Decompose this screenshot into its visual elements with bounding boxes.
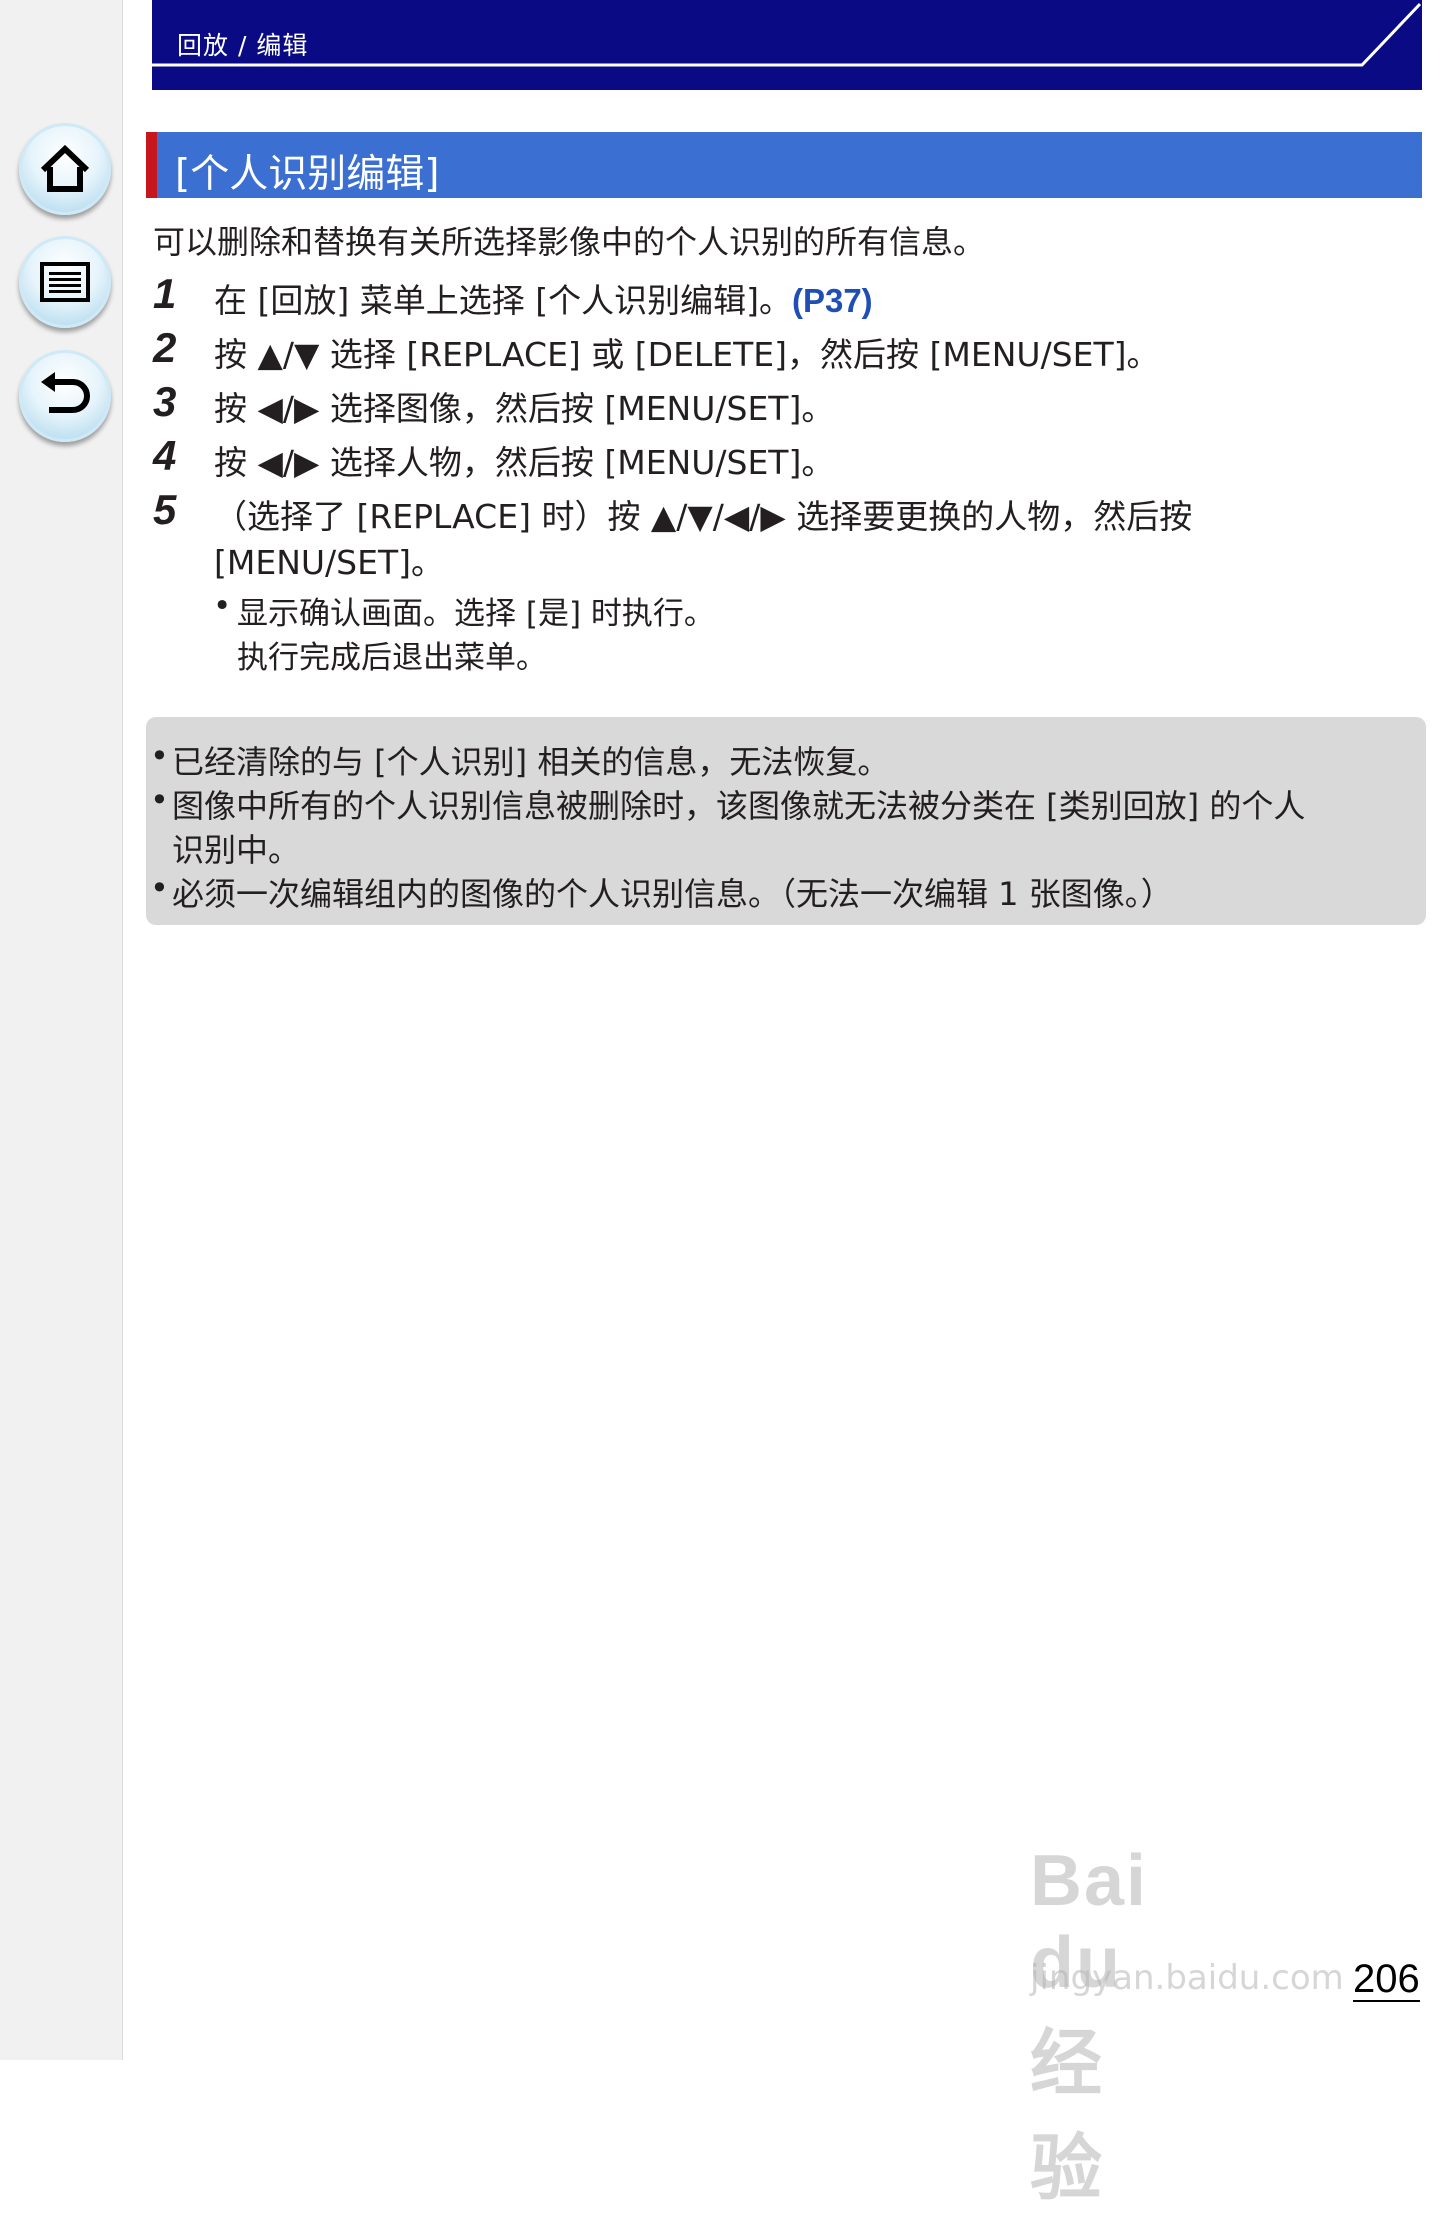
sub-note-line1: 显示确认画面。选择 [是] 时执行。 xyxy=(237,596,715,632)
back-button[interactable] xyxy=(19,350,111,442)
note-bullet: • xyxy=(150,869,169,907)
note-3: 必须一次编辑组内的图像的个人识别信息。（无法一次编辑 1 张图像。） xyxy=(172,875,1173,913)
watermark-url: jingyan.baidu.com xyxy=(1030,1958,1344,1998)
sub-note-line2: 执行完成后退出菜单。 xyxy=(237,640,547,676)
section-title: [个人识别编辑] xyxy=(175,152,440,197)
page-number: 206 xyxy=(1353,1957,1420,2002)
step-number: 4 xyxy=(153,432,177,479)
step-text: 按 ◀/▶ 选择人物，然后按 [MENU/SET]。 xyxy=(214,443,835,482)
step-text: 在 [回放] 菜单上选择 [个人识别编辑]。(P37) xyxy=(214,278,873,324)
left-sidebar xyxy=(0,0,123,2060)
notes-box: • 已经清除的与 [个人识别] 相关的信息，无法恢复。 • 图像中所有的个人识别… xyxy=(146,717,1426,925)
sub-bullet: • xyxy=(213,588,232,624)
section-accent xyxy=(146,132,157,198)
note-2a: 图像中所有的个人识别信息被删除时，该图像就无法被分类在 [类别回放] 的个人 xyxy=(172,787,1306,825)
step-number: 3 xyxy=(153,378,177,425)
step-text: 按 ▲/▼ 选择 [REPLACE] 或 [DELETE]，然后按 [MENU/… xyxy=(214,335,1160,374)
home-icon xyxy=(40,144,90,192)
header-bar: 回放 / 编辑 xyxy=(152,0,1422,90)
note-bullet: • xyxy=(150,737,169,775)
note-bullet: • xyxy=(150,781,169,819)
step-text: 按 ◀/▶ 选择图像，然后按 [MENU/SET]。 xyxy=(214,389,835,428)
intro-text: 可以删除和替换有关所选择影像中的个人识别的所有信息。 xyxy=(153,223,986,261)
breadcrumb: 回放 / 编辑 xyxy=(177,31,309,60)
menu-button[interactable] xyxy=(19,236,111,328)
home-button[interactable] xyxy=(19,123,111,215)
section-header: [个人识别编辑] xyxy=(146,132,1422,198)
step-number: 2 xyxy=(153,324,177,371)
step-number: 5 xyxy=(153,486,177,533)
page-reference-link[interactable]: (P37) xyxy=(792,282,873,319)
note-1: 已经清除的与 [个人识别] 相关的信息，无法恢复。 xyxy=(172,743,890,781)
list-menu-icon xyxy=(40,262,90,302)
return-arrow-icon xyxy=(41,372,90,413)
note-2b: 识别中。 xyxy=(172,831,301,869)
watermark-logo: Bai du 经验 xyxy=(1030,1841,1149,2209)
step-instruction: 在 [回放] 菜单上选择 [个人识别编辑]。 xyxy=(214,281,792,320)
step-text-line1: （选择了 [REPLACE] 时）按 ▲/▼/◀/▶ 选择要更换的人物，然后按 xyxy=(214,497,1193,536)
header-background xyxy=(152,0,1422,90)
step-text-line2: [MENU/SET]。 xyxy=(214,543,444,582)
step-number: 1 xyxy=(153,270,177,317)
